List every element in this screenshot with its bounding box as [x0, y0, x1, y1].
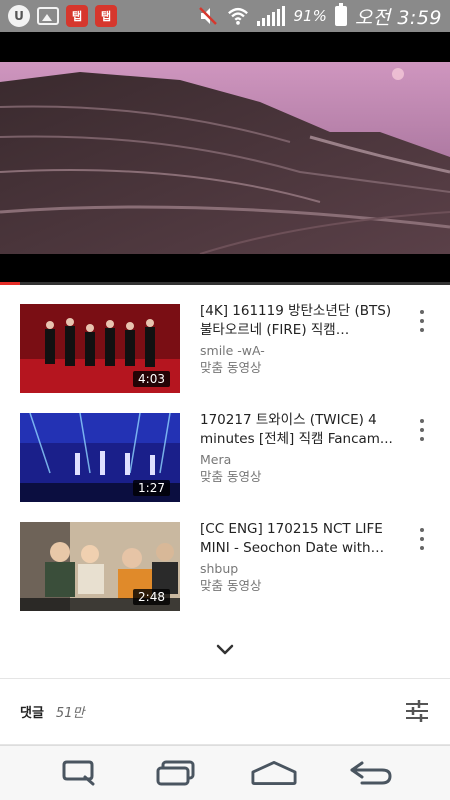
video-progress-bar[interactable]: [0, 282, 450, 285]
back-button[interactable]: [348, 753, 394, 793]
status-bar: U 탭 탭 91% 오전 3:59: [0, 0, 450, 32]
sort-icon[interactable]: [404, 698, 430, 724]
video-title[interactable]: 170217 트와이스 (TWICE) 4 minutes [전체] 직캠 Fa…: [200, 411, 400, 449]
mute-icon: [199, 7, 218, 25]
video-channel: smile -wA-: [200, 343, 265, 358]
chevron-down-icon: [216, 644, 234, 655]
search-nav-button[interactable]: [56, 753, 102, 793]
comments-label: 댓글: [20, 705, 44, 721]
video-channel: Mera: [200, 452, 232, 467]
recents-icon: [156, 760, 195, 786]
more-options-icon[interactable]: [418, 310, 426, 332]
u-app-icon: U: [8, 5, 30, 27]
video-duration: 4:03: [133, 371, 170, 387]
video-thumbnail[interactable]: 2:48: [20, 522, 180, 611]
expand-button[interactable]: [0, 632, 450, 668]
video-list-item[interactable]: 1:27 170217 트와이스 (TWICE) 4 minutes [전체] …: [0, 405, 450, 514]
video-title[interactable]: [CC ENG] 170215 NCT LIFE MINI - Seochon …: [200, 520, 400, 558]
divider: [0, 678, 450, 679]
video-tag: 맞춤 동영상: [200, 469, 262, 484]
back-icon: [350, 761, 392, 785]
red-app-icon: 탭: [95, 5, 117, 27]
signal-icon: [257, 6, 286, 26]
clock: 오전 3:59: [354, 6, 442, 29]
video-tag: 맞춤 동영상: [200, 360, 262, 375]
video-duration: 2:48: [133, 589, 170, 605]
video-list-item[interactable]: 2:48 [CC ENG] 170215 NCT LIFE MINI - Seo…: [0, 514, 450, 623]
wifi-icon: [228, 7, 249, 25]
video-thumbnail[interactable]: 1:27: [20, 413, 180, 502]
battery-percent: 91%: [293, 7, 327, 25]
search-nav-icon: [62, 760, 95, 786]
related-videos-list: 4:03 [4K] 161119 방탄소년단 (BTS) 불타오르네 (FIRE…: [0, 296, 450, 623]
navigation-bar: [0, 745, 450, 800]
home-icon: [251, 761, 297, 785]
video-list-item[interactable]: 4:03 [4K] 161119 방탄소년단 (BTS) 불타오르네 (FIRE…: [0, 296, 450, 405]
comments-row[interactable]: 댓글 51만: [0, 682, 450, 740]
video-player[interactable]: [0, 32, 450, 285]
comments-count: 51만: [55, 705, 85, 721]
battery-icon: [334, 3, 347, 26]
gallery-icon: [37, 7, 59, 25]
video-duration: 1:27: [133, 480, 170, 496]
home-button[interactable]: [251, 753, 297, 793]
video-progress-fill: [0, 282, 21, 285]
video-thumbnail[interactable]: 4:03: [20, 304, 180, 393]
recents-button[interactable]: [153, 753, 199, 793]
video-scene-image: [0, 62, 450, 254]
video-frame[interactable]: [0, 62, 450, 254]
video-channel: shbup: [200, 561, 239, 576]
video-title[interactable]: [4K] 161119 방탄소년단 (BTS) 불타오르네 (FIRE) 직캠 …: [200, 302, 400, 340]
video-tag: 맞춤 동영상: [200, 578, 262, 593]
more-options-icon[interactable]: [418, 419, 426, 441]
more-options-icon[interactable]: [418, 528, 426, 550]
red-app-icon: 탭: [66, 5, 88, 27]
